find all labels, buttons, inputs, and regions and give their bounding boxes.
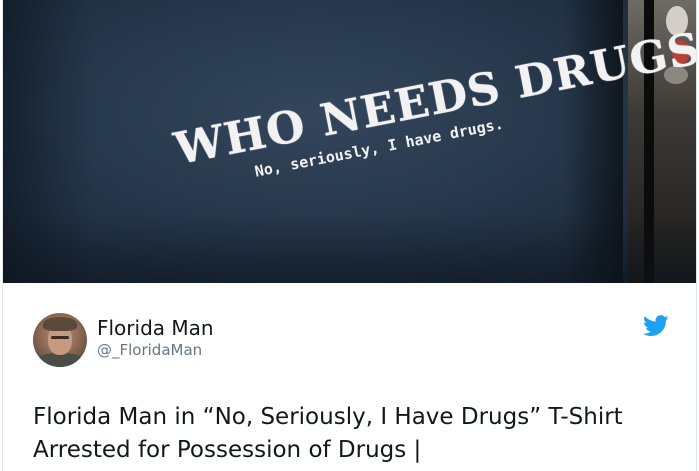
author-row[interactable]: Florida Man @_FloridaMan: [33, 313, 673, 369]
avatar-shirt: [37, 353, 83, 367]
tweet-text-line: Arrested for Possession of Drugs |: [33, 437, 422, 463]
avatar[interactable]: [33, 313, 87, 367]
avatar-eyes: [51, 336, 69, 339]
twitter-bird-icon[interactable]: [643, 315, 669, 337]
tweet-text-line: Florida Man in “No, Seriously, I Have Dr…: [33, 404, 623, 430]
avatar-hair: [43, 317, 77, 331]
tweet-card[interactable]: WHO NEEDS DRUGS No, seriously, I have dr…: [2, 0, 697, 471]
photo-shadow: [3, 213, 696, 283]
tweet-photo[interactable]: WHO NEEDS DRUGS No, seriously, I have dr…: [3, 0, 696, 283]
author-handle[interactable]: @_FloridaMan: [97, 341, 202, 359]
author-display-name[interactable]: Florida Man: [97, 316, 214, 340]
tweet-text: Florida Man in “No, Seriously, I Have Dr…: [33, 401, 673, 467]
